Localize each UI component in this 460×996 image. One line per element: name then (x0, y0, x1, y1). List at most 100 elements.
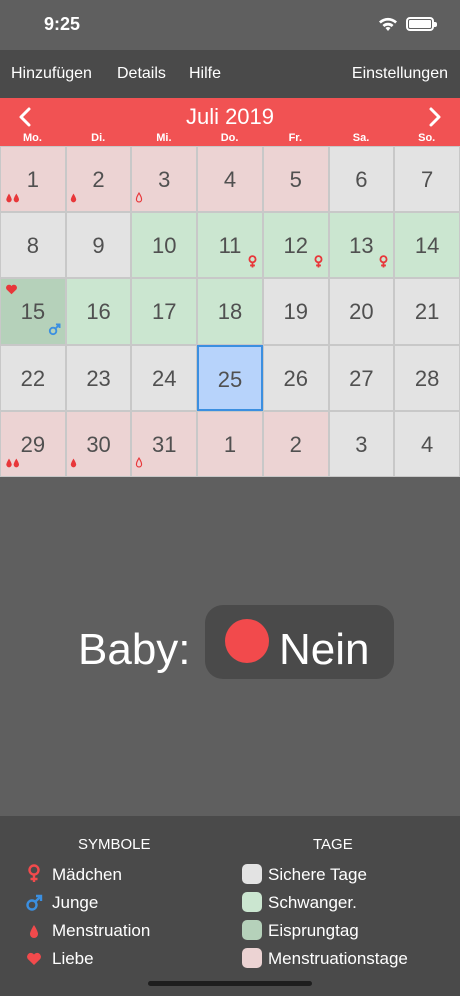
calendar-day[interactable]: 10 (131, 212, 198, 279)
calendar-day[interactable]: 15 (0, 278, 66, 345)
baby-label: Baby: (78, 625, 191, 674)
day-number: 2 (92, 167, 105, 192)
status-bar: 9:25 (0, 0, 460, 50)
calendar-day[interactable]: 5 (262, 146, 329, 213)
day-number: 3 (158, 167, 171, 192)
legend: SYMBOLE TAGE Mädchen Junge Menstruation … (0, 816, 460, 996)
day-number: 8 (26, 233, 39, 259)
calendar-day[interactable]: 17 (131, 278, 198, 345)
legend-male-label: Junge (52, 893, 99, 912)
calendar-day[interactable]: 28 (394, 344, 460, 411)
help-button[interactable]: Hilfe (189, 65, 221, 83)
drop-icon (70, 455, 77, 473)
drop-icon (24, 921, 44, 941)
heart-icon (5, 282, 18, 300)
calendar-day[interactable]: 6 (328, 146, 395, 213)
day-number: 6 (355, 167, 368, 192)
pregnant-days-swatch (242, 892, 262, 912)
day-number: 9 (92, 233, 105, 259)
legend-menstruation-days-label: Menstruationstage (268, 949, 408, 968)
calendar-day[interactable]: 2 (262, 410, 329, 477)
weekday-label: Di. (91, 132, 106, 144)
legend-menstruation-label: Menstruation (52, 921, 151, 940)
calendar-day[interactable]: 2 (65, 146, 132, 213)
calendar-day[interactable]: 18 (197, 278, 263, 345)
calendar-day[interactable]: 8 (0, 212, 66, 279)
chevron-right-icon[interactable] (422, 106, 446, 128)
calendar-day[interactable]: 3 (131, 146, 198, 213)
day-number: 3 (355, 431, 368, 457)
day-number: 21 (414, 299, 440, 325)
legend-safe-label: Sichere Tage (268, 865, 367, 884)
heart-icon (24, 949, 44, 969)
weekday-label: So. (418, 132, 436, 144)
legend-days-title: TAGE (313, 836, 353, 853)
calendar-day[interactable]: 27 (328, 344, 395, 411)
calendar-day[interactable]: 20 (328, 278, 395, 345)
calendar-day[interactable]: 11 (197, 212, 263, 279)
calendar-day[interactable]: 25 (197, 344, 263, 411)
calendar-day[interactable]: 23 (65, 344, 132, 411)
day-number: 4 (421, 431, 434, 457)
legend-pregnant-label: Schwanger. (268, 893, 357, 912)
calendar-day[interactable]: 1 (197, 410, 263, 477)
calendar-day[interactable]: 7 (394, 146, 460, 213)
calendar-day[interactable]: 4 (197, 146, 263, 213)
male-icon (48, 323, 61, 341)
day-number: 16 (86, 299, 111, 325)
battery-icon (406, 17, 437, 31)
weekday-label: Fr. (288, 132, 303, 144)
calendar-day[interactable]: 1 (0, 146, 66, 213)
day-number: 15 (20, 299, 46, 325)
calendar-day[interactable]: 19 (262, 278, 329, 345)
weekday-label: Mi. (156, 132, 172, 144)
home-indicator (148, 981, 312, 986)
ovulation-day-swatch (242, 920, 262, 940)
legend-symbols-title: SYMBOLE (78, 836, 151, 853)
status-dot-icon (225, 619, 269, 663)
calendar-day[interactable]: 29 (0, 410, 66, 477)
details-button[interactable]: Details (117, 65, 166, 83)
calendar-day[interactable]: 24 (131, 344, 198, 411)
calendar-day[interactable]: 22 (0, 344, 66, 411)
add-button[interactable]: Hinzufügen (11, 65, 92, 83)
calendar-day[interactable]: 30 (65, 410, 132, 477)
calendar-day[interactable]: 16 (65, 278, 132, 345)
calendar-day[interactable]: 3 (328, 410, 395, 477)
weekday-row: Mo. Di. Mi. Do. Fr. Sa. So. (0, 132, 460, 146)
calendar-day[interactable]: 12 (262, 212, 329, 279)
month-header: Juli 2019 Mo. Di. Mi. Do. Fr. Sa. So. (0, 98, 460, 146)
status-time: 9:25 (44, 14, 81, 34)
double-drop-icon (4, 455, 22, 473)
calendar-day[interactable]: 31 (131, 410, 198, 477)
calendar-day[interactable]: 9 (65, 212, 132, 279)
drop-outline-icon (135, 190, 143, 208)
double-drop-icon (4, 190, 22, 208)
day-number: 23 (86, 365, 111, 391)
calendar-day[interactable]: 26 (262, 344, 329, 411)
calendar-grid: 1 2 3 4 5 6 7 8 9 10 11 12 13 14 15 16 17 18 19 20 21 22 23 24 2… (0, 146, 460, 477)
female-icon (247, 255, 258, 274)
day-number: 1 (223, 431, 237, 457)
calendar-day[interactable]: 4 (394, 410, 460, 477)
male-icon (24, 893, 44, 913)
female-icon (24, 864, 44, 884)
female-icon (313, 255, 324, 274)
status-icons (378, 16, 437, 32)
day-number: 2 (289, 431, 302, 457)
day-number: 1 (26, 167, 39, 192)
calendar-day[interactable]: 21 (394, 278, 460, 345)
drop-outline-icon (135, 455, 143, 473)
day-number: 7 (421, 167, 434, 192)
legend-female-label: Mädchen (52, 865, 122, 884)
baby-toggle[interactable]: Nein (205, 605, 394, 679)
baby-value: Nein (279, 625, 370, 674)
day-number: 27 (349, 365, 374, 391)
calendar-day[interactable]: 13 (328, 212, 395, 279)
day-number: 14 (414, 233, 440, 259)
weekday-label: Do. (220, 132, 239, 144)
day-number: 24 (152, 365, 177, 391)
day-number: 26 (283, 365, 308, 391)
settings-button[interactable]: Einstellungen (352, 65, 448, 83)
calendar-day[interactable]: 14 (394, 212, 460, 279)
